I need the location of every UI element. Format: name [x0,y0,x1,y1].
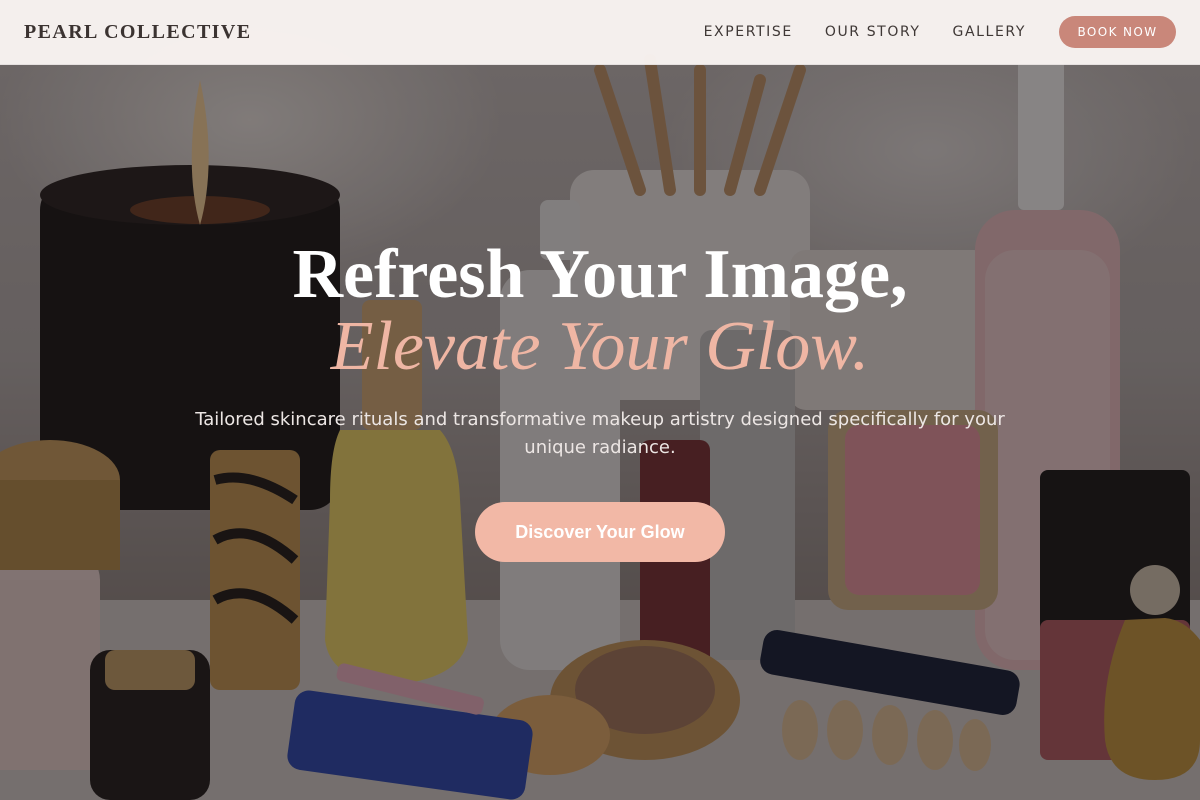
nav-link-gallery[interactable]: GALLERY [953,24,1026,40]
hero-headline: Refresh Your Image, [292,236,908,313]
nav-link-expertise[interactable]: EXPERTISE [704,24,793,40]
brand-logo[interactable]: PEARL COLLECTIVE [24,21,251,44]
hero-background [0,0,1200,800]
hero-overlay [0,0,1200,800]
nav-link-our-story[interactable]: OUR STORY [825,24,921,40]
book-now-button[interactable]: BOOK NOW [1059,16,1176,48]
site-header: PEARL COLLECTIVE EXPERTISE OUR STORY GAL… [0,0,1200,65]
main-nav: EXPERTISE OUR STORY GALLERY BOOK NOW [704,16,1176,48]
discover-glow-button[interactable]: Discover Your Glow [475,502,725,562]
hero-headline-accent: Elevate Your Glow. [330,308,870,385]
hero-subhead: Tailored skincare rituals and transforma… [195,409,1005,458]
